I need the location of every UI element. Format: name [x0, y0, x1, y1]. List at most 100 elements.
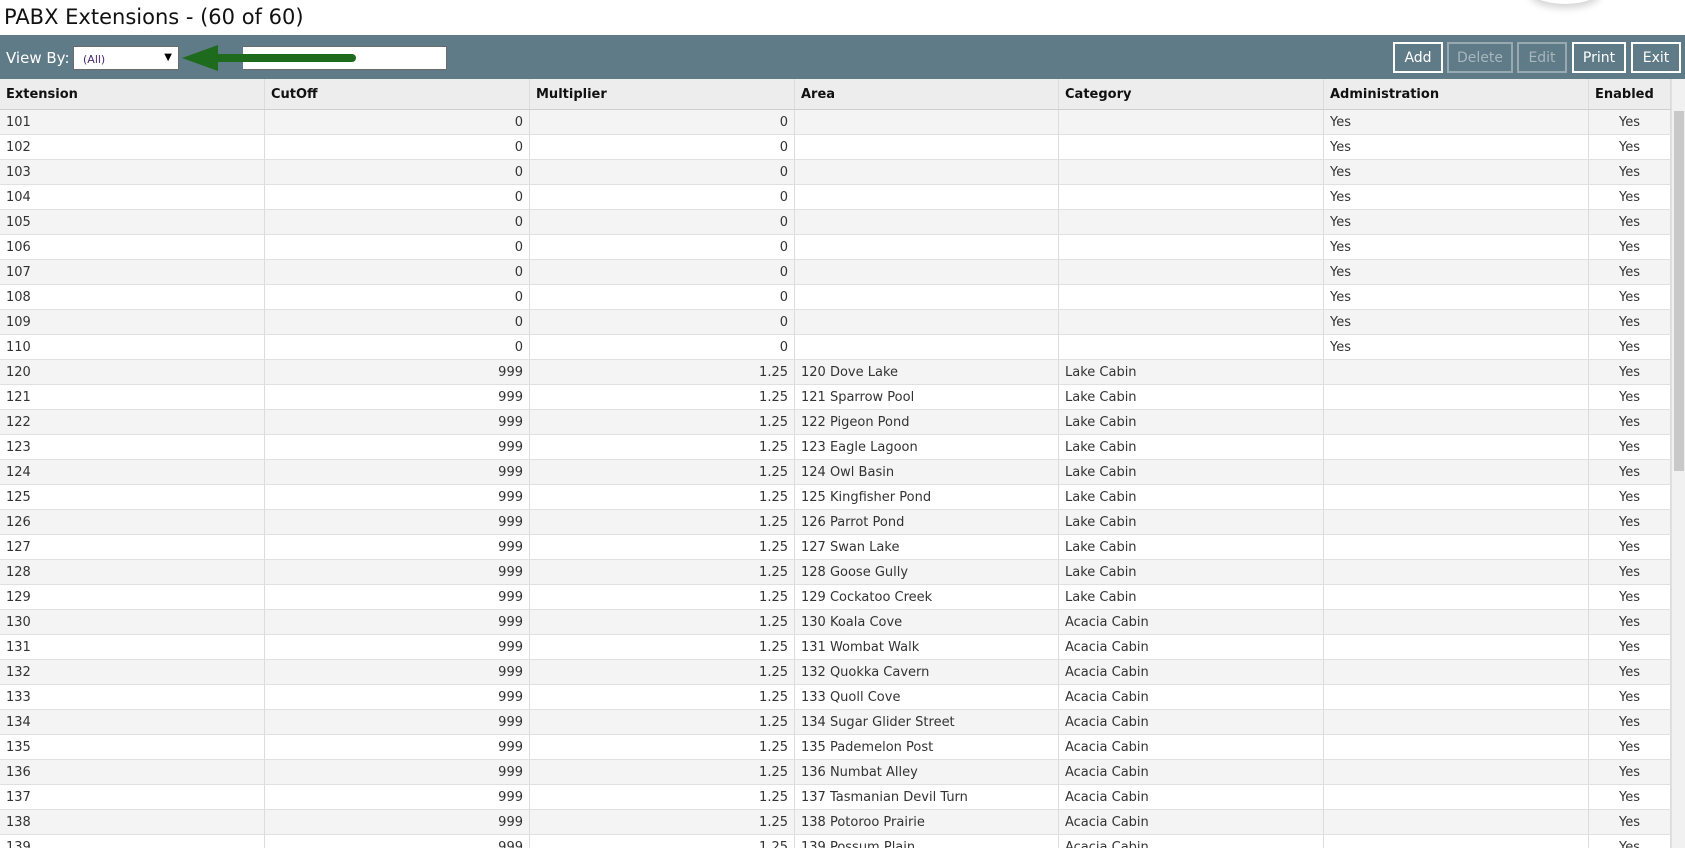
- cell-area: 130 Koala Cove: [795, 610, 1059, 634]
- column-header-category[interactable]: Category: [1059, 79, 1324, 109]
- cell-multiplier: 0: [530, 135, 795, 159]
- cell-cutoff: 999: [265, 435, 530, 459]
- cell-enabled: Yes: [1589, 110, 1671, 134]
- table-row[interactable]: 106 0 0 Yes Yes: [0, 235, 1671, 260]
- cell-enabled: Yes: [1589, 560, 1671, 584]
- cell-extension: 121: [0, 385, 265, 409]
- cell-category: [1059, 135, 1324, 159]
- cell-category: Acacia Cabin: [1059, 710, 1324, 734]
- table-row[interactable]: 105 0 0 Yes Yes: [0, 210, 1671, 235]
- table-row[interactable]: 139 999 1.25 139 Possum Plain Acacia Cabin Ye…: [0, 835, 1671, 848]
- cell-extension: 101: [0, 110, 265, 134]
- table-row[interactable]: 127 999 1.25 127 Swan Lake Lake Cabin Yes: [0, 535, 1671, 560]
- table-row[interactable]: 110 0 0 Yes Yes: [0, 335, 1671, 360]
- cell-cutoff: 999: [265, 785, 530, 809]
- cell-extension: 134: [0, 710, 265, 734]
- delete-button[interactable]: Delete: [1447, 42, 1513, 73]
- cell-administration: [1324, 385, 1589, 409]
- cell-extension: 104: [0, 185, 265, 209]
- table-row[interactable]: 128 999 1.25 128 Goose Gully Lake Cabin Yes: [0, 560, 1671, 585]
- table-row[interactable]: 103 0 0 Yes Yes: [0, 160, 1671, 185]
- table-row[interactable]: 138 999 1.25 138 Potoroo Prairie Acacia Cabi…: [0, 810, 1671, 835]
- table-row[interactable]: 124 999 1.25 124 Owl Basin Lake Cabin Yes: [0, 460, 1671, 485]
- table-scrollbar[interactable]: [1671, 79, 1685, 848]
- table-row[interactable]: 123 999 1.25 123 Eagle Lagoon Lake Cabin Yes: [0, 435, 1671, 460]
- edit-button[interactable]: Edit: [1517, 42, 1567, 73]
- page: PABX Extensions - (60 of 60) View By: (A…: [0, 0, 1685, 848]
- cell-extension: 110: [0, 335, 265, 359]
- cell-area: 124 Owl Basin: [795, 460, 1059, 484]
- cell-multiplier: 1.25: [530, 560, 795, 584]
- table-row[interactable]: 121 999 1.25 121 Sparrow Pool Lake Cabin Yes: [0, 385, 1671, 410]
- cell-administration: [1324, 510, 1589, 534]
- table-row[interactable]: 126 999 1.25 126 Parrot Pond Lake Cabin Yes: [0, 510, 1671, 535]
- column-header-area[interactable]: Area: [795, 79, 1059, 109]
- cell-category: Lake Cabin: [1059, 435, 1324, 459]
- cell-cutoff: 999: [265, 410, 530, 434]
- table-row[interactable]: 107 0 0 Yes Yes: [0, 260, 1671, 285]
- header-shadow: [1530, 0, 1600, 4]
- exit-button[interactable]: Exit: [1631, 42, 1681, 73]
- cell-area: 131 Wombat Walk: [795, 635, 1059, 659]
- cell-category: Acacia Cabin: [1059, 735, 1324, 759]
- cell-administration: [1324, 660, 1589, 684]
- cell-enabled: Yes: [1589, 660, 1671, 684]
- cell-cutoff: 0: [265, 160, 530, 184]
- cell-category: Lake Cabin: [1059, 585, 1324, 609]
- view-by-label: View By:: [6, 49, 70, 67]
- cell-administration: Yes: [1324, 210, 1589, 234]
- table-row[interactable]: 101 0 0 Yes Yes: [0, 110, 1671, 135]
- table-row[interactable]: 132 999 1.25 132 Quokka Cavern Acacia Cabin Y…: [0, 660, 1671, 685]
- column-header-extension[interactable]: Extension: [0, 79, 265, 109]
- cell-enabled: Yes: [1589, 585, 1671, 609]
- table-row[interactable]: 134 999 1.25 134 Sugar Glider Street Acacia …: [0, 710, 1671, 735]
- cell-administration: [1324, 435, 1589, 459]
- cell-administration: [1324, 635, 1589, 659]
- table-row[interactable]: 102 0 0 Yes Yes: [0, 135, 1671, 160]
- cell-administration: [1324, 610, 1589, 634]
- cell-area: 133 Quoll Cove: [795, 685, 1059, 709]
- table-row[interactable]: 108 0 0 Yes Yes: [0, 285, 1671, 310]
- scrollbar-thumb[interactable]: [1674, 111, 1684, 471]
- table-row[interactable]: 133 999 1.25 133 Quoll Cove Acacia Cabin Yes: [0, 685, 1671, 710]
- table-row[interactable]: 122 999 1.25 122 Pigeon Pond Lake Cabin Yes: [0, 410, 1671, 435]
- cell-extension: 127: [0, 535, 265, 559]
- cell-administration: Yes: [1324, 160, 1589, 184]
- column-header-multiplier[interactable]: Multiplier: [530, 79, 795, 109]
- cell-enabled: Yes: [1589, 335, 1671, 359]
- table-row[interactable]: 130 999 1.25 130 Koala Cove Acacia Cabin Yes: [0, 610, 1671, 635]
- table-row[interactable]: 120 999 1.25 120 Dove Lake Lake Cabin Yes: [0, 360, 1671, 385]
- cell-cutoff: 999: [265, 360, 530, 384]
- cell-area: 136 Numbat Alley: [795, 760, 1059, 784]
- cell-enabled: Yes: [1589, 485, 1671, 509]
- cell-extension: 105: [0, 210, 265, 234]
- cell-cutoff: 999: [265, 810, 530, 834]
- cell-enabled: Yes: [1589, 635, 1671, 659]
- cell-area: 137 Tasmanian Devil Turn: [795, 785, 1059, 809]
- table-row[interactable]: 136 999 1.25 136 Numbat Alley Acacia Cabin Ye…: [0, 760, 1671, 785]
- cell-multiplier: 1.25: [530, 510, 795, 534]
- column-header-cutoff[interactable]: CutOff: [265, 79, 530, 109]
- print-button[interactable]: Print: [1572, 42, 1626, 73]
- cell-enabled: Yes: [1589, 535, 1671, 559]
- cell-category: Lake Cabin: [1059, 360, 1324, 384]
- table-row[interactable]: 109 0 0 Yes Yes: [0, 310, 1671, 335]
- cell-multiplier: 0: [530, 210, 795, 234]
- table-row[interactable]: 104 0 0 Yes Yes: [0, 185, 1671, 210]
- cell-category: [1059, 260, 1324, 284]
- cell-extension: 132: [0, 660, 265, 684]
- add-button[interactable]: Add: [1393, 42, 1443, 73]
- table-row[interactable]: 131 999 1.25 131 Wombat Walk Acacia Cabin Yes: [0, 635, 1671, 660]
- cell-area: 132 Quokka Cavern: [795, 660, 1059, 684]
- table-row[interactable]: 137 999 1.25 137 Tasmanian Devil Turn Acacia…: [0, 785, 1671, 810]
- cell-multiplier: 1.25: [530, 835, 795, 848]
- cell-enabled: Yes: [1589, 410, 1671, 434]
- cell-multiplier: 0: [530, 110, 795, 134]
- cell-category: Acacia Cabin: [1059, 660, 1324, 684]
- table-row[interactable]: 135 999 1.25 135 Pademelon Post Acacia Cabin…: [0, 735, 1671, 760]
- column-header-administration[interactable]: Administration: [1324, 79, 1589, 109]
- view-by-select[interactable]: (All) ▼: [73, 46, 179, 70]
- table-row[interactable]: 125 999 1.25 125 Kingfisher Pond Lake Cabin Y…: [0, 485, 1671, 510]
- column-header-enabled[interactable]: Enabled: [1589, 79, 1671, 109]
- table-row[interactable]: 129 999 1.25 129 Cockatoo Creek Lake Cabin Ye…: [0, 585, 1671, 610]
